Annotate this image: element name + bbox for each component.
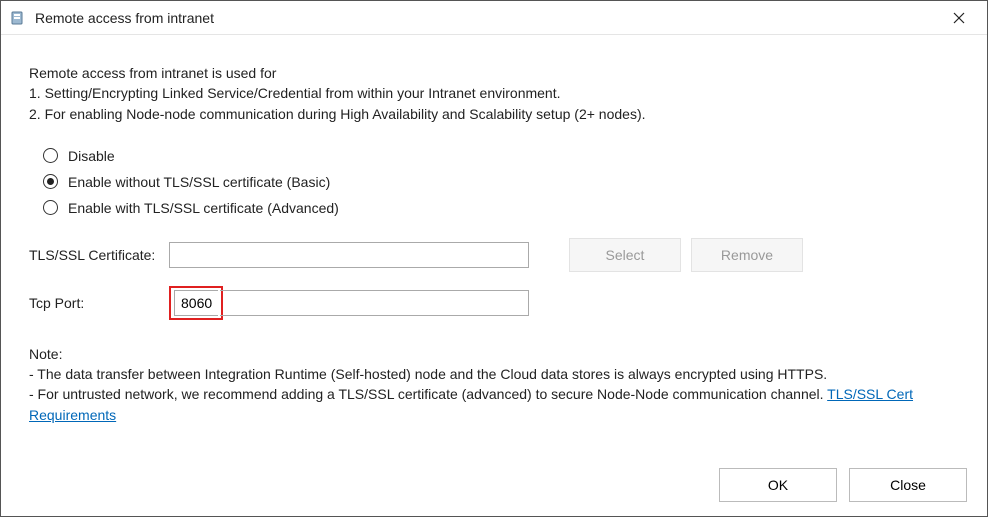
radio-enable-basic[interactable]: Enable without TLS/SSL certificate (Basi… bbox=[43, 174, 959, 190]
certificate-input[interactable] bbox=[169, 242, 529, 268]
close-icon bbox=[953, 12, 965, 24]
window-title: Remote access from intranet bbox=[35, 10, 939, 26]
tcp-port-input-extension bbox=[220, 290, 529, 316]
dialog-content: Remote access from intranet is used for … bbox=[1, 35, 987, 437]
radio-icon bbox=[43, 174, 58, 189]
radio-label: Enable with TLS/SSL certificate (Advance… bbox=[68, 200, 339, 216]
intro-lead: Remote access from intranet is used for bbox=[29, 63, 959, 83]
note-heading: Note: bbox=[29, 344, 959, 364]
radio-label: Enable without TLS/SSL certificate (Basi… bbox=[68, 174, 330, 190]
dialog-window: Remote access from intranet Remote acces… bbox=[0, 0, 988, 517]
certificate-row: TLS/SSL Certificate: Select Remove bbox=[29, 238, 959, 272]
note-block: Note: - The data transfer between Integr… bbox=[29, 344, 959, 425]
certificate-label: TLS/SSL Certificate: bbox=[29, 247, 169, 263]
remove-certificate-button[interactable]: Remove bbox=[691, 238, 803, 272]
intro-line-2: 2. For enabling Node-node communication … bbox=[29, 104, 959, 124]
select-certificate-button[interactable]: Select bbox=[569, 238, 681, 272]
radio-icon bbox=[43, 200, 58, 215]
note-line-2: - For untrusted network, we recommend ad… bbox=[29, 384, 959, 425]
radio-disable[interactable]: Disable bbox=[43, 148, 959, 164]
app-icon bbox=[9, 9, 27, 27]
radio-icon bbox=[43, 148, 58, 163]
intro-text: Remote access from intranet is used for … bbox=[29, 63, 959, 124]
ok-button[interactable]: OK bbox=[719, 468, 837, 502]
tcp-port-highlight bbox=[169, 286, 223, 320]
intro-line-1: 1. Setting/Encrypting Linked Service/Cre… bbox=[29, 83, 959, 103]
window-close-button[interactable] bbox=[939, 3, 979, 33]
titlebar: Remote access from intranet bbox=[1, 1, 987, 35]
tcp-port-row: Tcp Port: bbox=[29, 286, 959, 320]
access-mode-radio-group: Disable Enable without TLS/SSL certifica… bbox=[43, 148, 959, 216]
note-line-1: - The data transfer between Integration … bbox=[29, 364, 959, 384]
tcp-port-input[interactable] bbox=[174, 290, 218, 316]
tcp-port-label: Tcp Port: bbox=[29, 295, 169, 311]
dialog-footer: OK Close bbox=[719, 468, 967, 502]
close-button[interactable]: Close bbox=[849, 468, 967, 502]
radio-label: Disable bbox=[68, 148, 115, 164]
radio-enable-advanced[interactable]: Enable with TLS/SSL certificate (Advance… bbox=[43, 200, 959, 216]
note-line-2-text: - For untrusted network, we recommend ad… bbox=[29, 386, 827, 402]
